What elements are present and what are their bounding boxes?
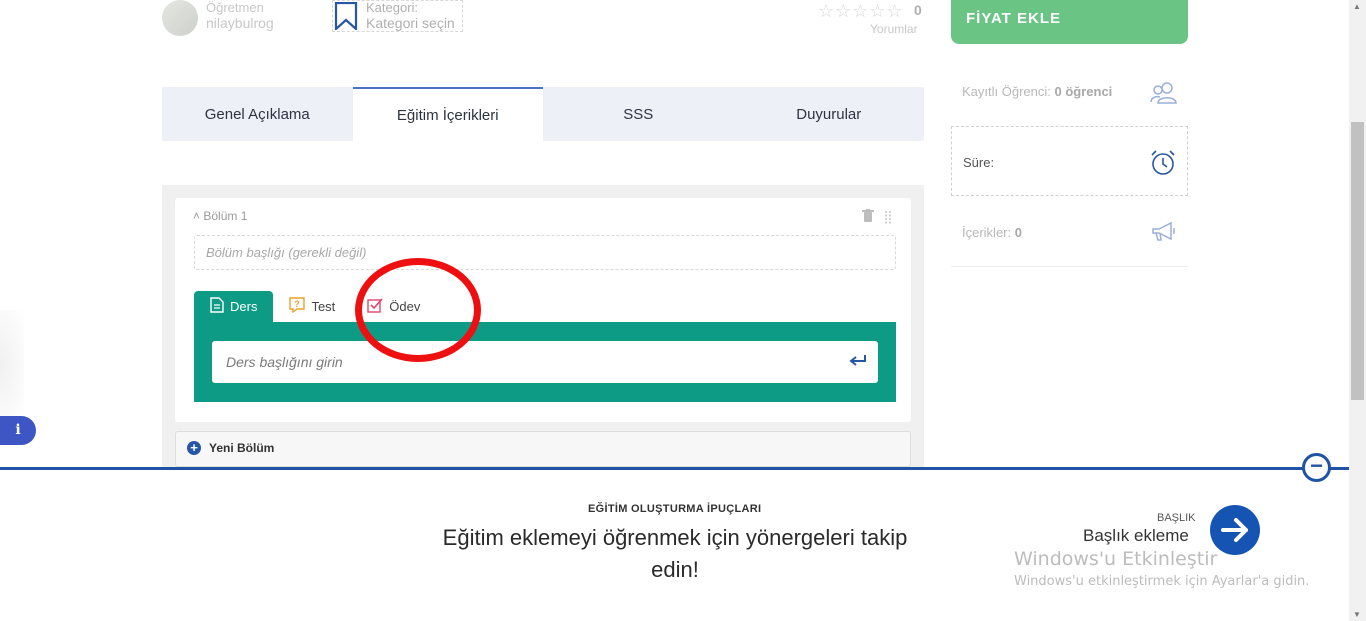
next-step-kicker: BAŞLIK xyxy=(1157,512,1196,524)
scroll-up-icon[interactable]: ▲ xyxy=(1353,2,1361,11)
drag-handle-icon[interactable] xyxy=(884,210,892,224)
course-tabs: Genel Açıklama Eğitim İçerikleri SSS Duy… xyxy=(162,87,924,141)
tips-kicker: EĞİTİM OLUŞTURMA İPUÇLARI xyxy=(588,503,762,515)
scroll-down-icon[interactable]: ▼ xyxy=(1353,610,1361,619)
enter-icon[interactable] xyxy=(849,354,867,373)
trash-icon[interactable] xyxy=(862,209,874,228)
alarm-clock-icon xyxy=(1149,149,1177,182)
tab-general[interactable]: Genel Açıklama xyxy=(162,87,353,141)
plus-icon[interactable]: + xyxy=(187,441,201,455)
teacher-label: Öğretmen xyxy=(206,0,264,15)
enrolled-text: Kayıtlı Öğrenci: 0 öğrenci xyxy=(962,84,1112,99)
contents-value: 0 xyxy=(1014,225,1022,240)
megaphone-icon xyxy=(1150,220,1178,249)
tab-lesson-label: Ders xyxy=(230,299,258,314)
teacher-name[interactable]: nilaybulrog xyxy=(206,15,274,31)
tab-faq[interactable]: SSS xyxy=(543,87,734,141)
bookmark-icon xyxy=(334,1,358,35)
next-step-title[interactable]: Başlık ekleme xyxy=(1083,526,1189,546)
arrow-right-icon xyxy=(1221,518,1248,542)
lesson-title-input[interactable]: Ders başlığını girin xyxy=(212,341,878,383)
windows-activation-title: Windows'u Etkinleştir xyxy=(1014,548,1218,570)
info-icon[interactable]: i xyxy=(0,416,36,445)
teacher-avatar xyxy=(162,0,198,36)
tab-test-label: Test xyxy=(311,299,336,314)
left-edge-shadow xyxy=(0,310,24,420)
svg-text:?: ? xyxy=(295,299,301,309)
section-title-input[interactable]: Bölüm başlığı (gerekli değil) xyxy=(194,235,896,270)
chevron-up-icon[interactable]: ˄ xyxy=(193,209,200,223)
tab-test[interactable]: ? Test xyxy=(273,291,351,322)
tips-title: Eğitim eklemeyi öğrenmek için yönergeler… xyxy=(442,525,908,582)
category-label: Kategori: xyxy=(366,0,419,15)
rating-value: 0 xyxy=(914,2,922,18)
tab-contents[interactable]: Eğitim İçerikleri xyxy=(352,87,543,141)
new-section-button[interactable]: Yeni Bölüm xyxy=(209,441,274,455)
add-price-button[interactable]: FİYAT EKLE xyxy=(951,0,1188,44)
next-step-button[interactable] xyxy=(1210,505,1260,555)
section-header[interactable]: ˄ Bölüm 1 xyxy=(193,209,247,223)
contents-label: İçerikler: xyxy=(962,225,1012,240)
users-icon xyxy=(1150,81,1178,110)
highlight-circle xyxy=(355,258,481,362)
scrollbar-thumb[interactable] xyxy=(1351,122,1364,400)
rating-stars: ☆☆☆☆☆ xyxy=(818,1,904,21)
quiz-icon: ? xyxy=(289,297,306,316)
new-section-bar[interactable] xyxy=(175,431,911,467)
document-icon xyxy=(210,297,224,316)
collapse-tips-button[interactable]: − xyxy=(1302,453,1331,482)
category-value[interactable]: Kategori seçin xyxy=(366,15,455,31)
contents-row: İçerikler: 0 xyxy=(951,206,1188,267)
duration-row[interactable]: Süre: xyxy=(951,126,1188,196)
enrolled-label: Kayıtlı Öğrenci: xyxy=(962,84,1051,99)
tab-lesson[interactable]: Ders xyxy=(194,291,274,322)
windows-activation-subtitle: Windows'u etkinleştirmek için Ayarlar'a … xyxy=(1014,574,1310,589)
enrolled-value: 0 öğrenci xyxy=(1054,84,1113,99)
enrolled-students-row: Kayıtlı Öğrenci: 0 öğrenci xyxy=(951,70,1188,116)
contents-text: İçerikler: 0 xyxy=(962,225,1022,240)
duration-label: Süre: xyxy=(963,155,995,170)
reviews-link[interactable]: Yorumlar xyxy=(870,22,918,36)
section-label: Bölüm 1 xyxy=(203,209,248,223)
tab-announcements[interactable]: Duyurular xyxy=(734,87,925,141)
